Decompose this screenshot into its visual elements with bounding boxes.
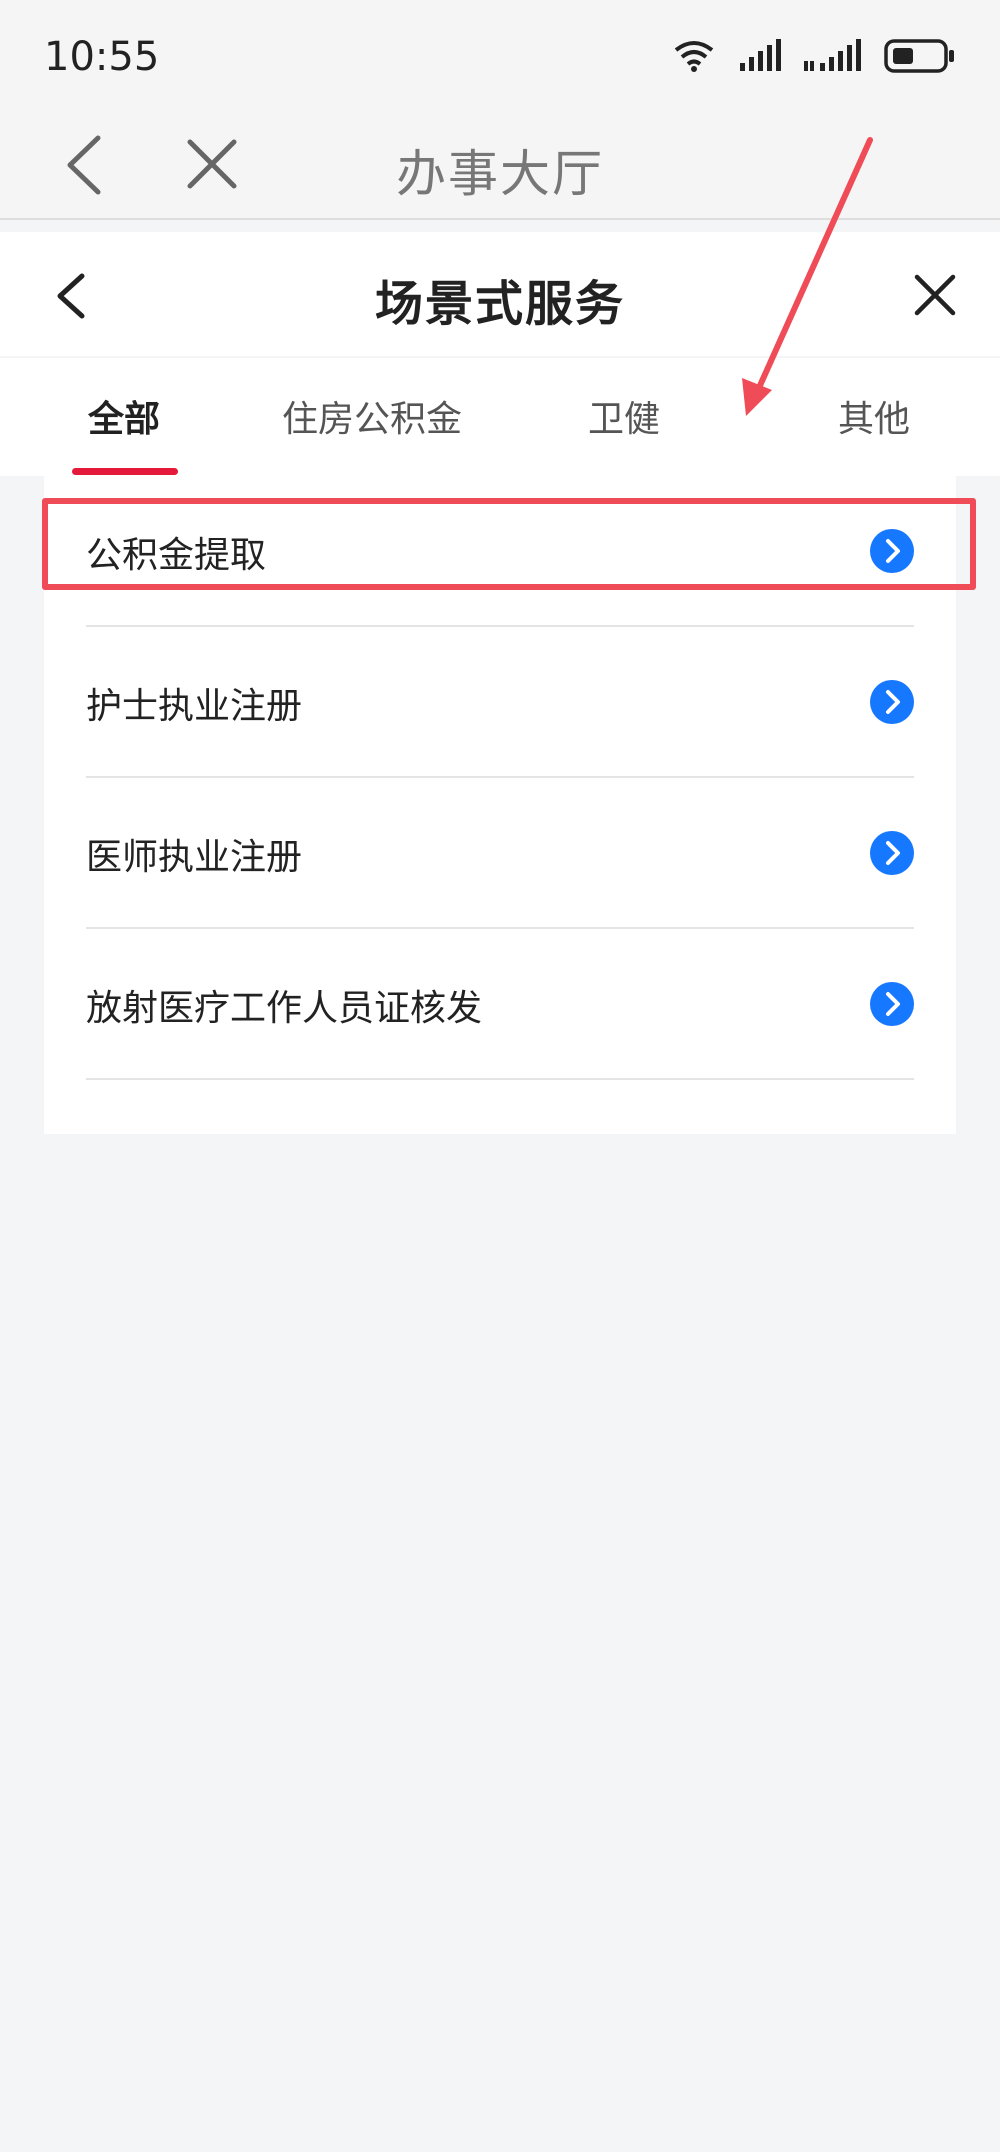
status-icons: [672, 38, 956, 74]
chevron-right-circle-icon[interactable]: [870, 831, 914, 875]
chevron-right-circle-icon[interactable]: [870, 680, 914, 724]
tab-housing-fund[interactable]: 住房公积金: [282, 390, 462, 442]
service-item-physician-registration[interactable]: 医师执业注册: [86, 778, 914, 929]
annotation-highlight-box: [42, 498, 976, 590]
outer-title: 办事大厅: [396, 145, 604, 203]
wifi-icon: [674, 41, 714, 72]
status-bar: 10:55: [0, 0, 1000, 110]
status-time: 10:55: [44, 34, 160, 80]
signal-icon: [740, 39, 781, 71]
close-icon[interactable]: [912, 272, 958, 318]
battery-icon: [884, 39, 954, 73]
page: 10:55 办事大厅 场景式服务 全部 住房公积金 卫健 其他 公积金提取 护士…: [0, 0, 1000, 2152]
outer-header: 办事大厅: [0, 110, 1000, 220]
service-item-radiation-certificate[interactable]: 放射医疗工作人员证核发: [86, 929, 914, 1080]
service-item-label: 放射医疗工作人员证核发: [86, 988, 483, 1029]
page-title: 场景式服务: [374, 276, 625, 332]
tab-health[interactable]: 卫健: [588, 390, 660, 442]
active-tab-indicator: [72, 468, 178, 475]
tab-other[interactable]: 其他: [838, 390, 910, 442]
tab-bar: 全部 住房公积金 卫健 其他: [0, 358, 1000, 476]
service-item-label: 护士执业注册: [86, 686, 303, 727]
inner-header: 场景式服务: [0, 232, 1000, 356]
service-item-nurse-registration[interactable]: 护士执业注册: [86, 627, 914, 778]
chevron-right-circle-icon[interactable]: [870, 982, 914, 1026]
service-item-label: 医师执业注册: [86, 837, 303, 878]
signal-icon: [804, 39, 861, 71]
tab-all[interactable]: 全部: [88, 390, 160, 442]
